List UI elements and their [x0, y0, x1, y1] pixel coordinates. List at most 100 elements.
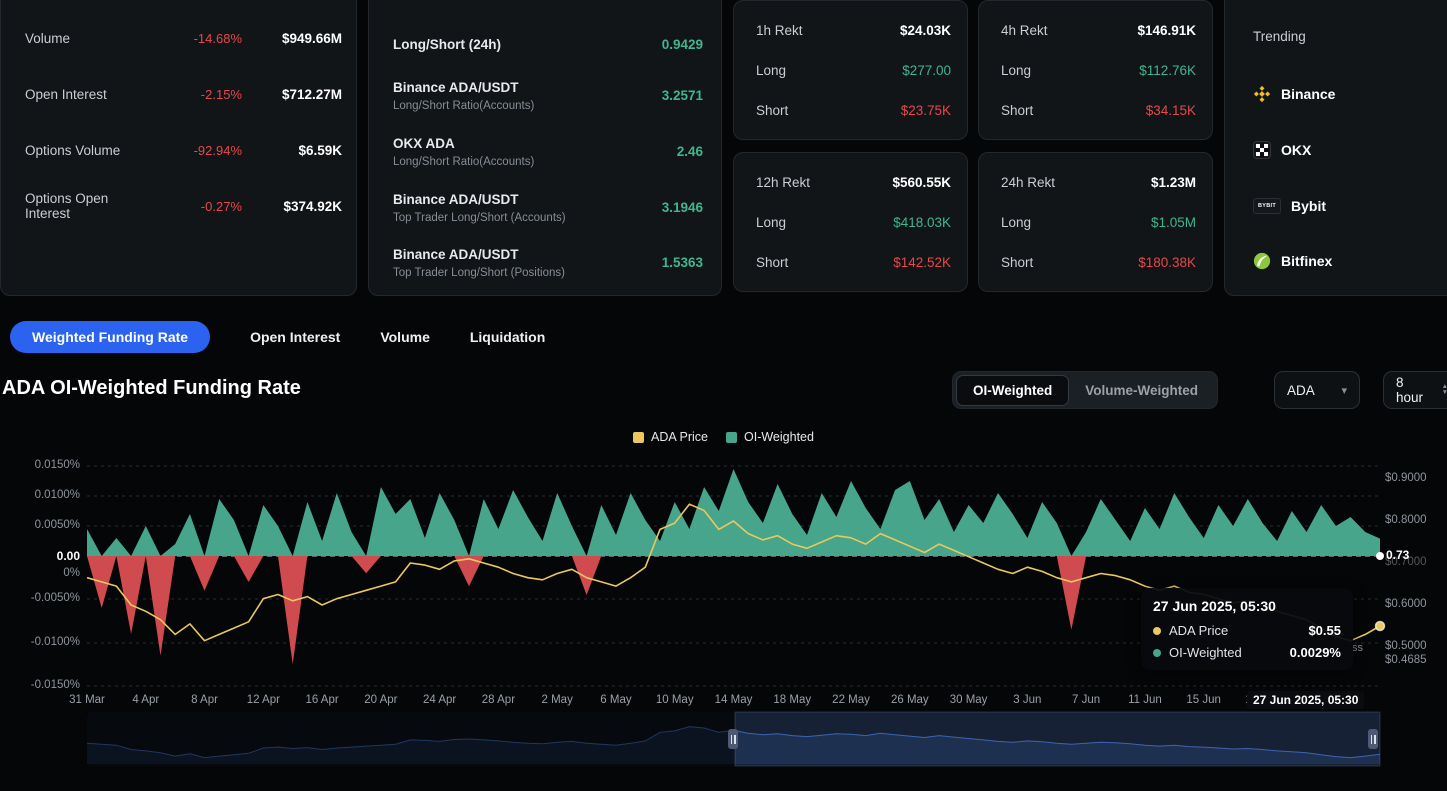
rekt-short-value: $180.38K [1138, 255, 1196, 270]
ratio-value: 0.9429 [662, 37, 703, 52]
long-short-row: OKX ADA Long/Short Ratio(Accounts) 2.46 [393, 130, 703, 172]
exchange-name: Bitfinex [1281, 253, 1332, 269]
trending-item-binance[interactable]: Binance [1253, 83, 1335, 105]
rekt-short-value: $142.52K [893, 255, 951, 270]
rekt-row: Short $34.15K [1001, 101, 1196, 119]
legend-label: OI-Weighted [744, 430, 814, 444]
stats-rows: Volume-14.68%$949.66M Open Interest-2.15%… [25, 29, 342, 215]
axis-note: ss [1352, 642, 1363, 654]
crosshair-date-label: 27 Jun 2025, 05:30 [1247, 691, 1364, 709]
rekt-row: Long$112.76K [1001, 61, 1196, 79]
long-short-label-block: Binance ADA/USDTTop Trader Long/Short (P… [393, 246, 565, 279]
y-axis-label: 0.0150% [0, 459, 80, 471]
rekt-short-label: Short [756, 255, 788, 270]
pair-title: Binance ADA/USDT [393, 191, 566, 208]
rekt-short-label: Short [1001, 103, 1033, 118]
toggle-volume-weighted[interactable]: Volume-Weighted [1069, 376, 1214, 405]
rekt-row: 4h Rekt $146.91K [1001, 21, 1196, 39]
stat-row: Open Interest-2.15%$712.27M [25, 85, 342, 103]
interval-select-value: 8 hour [1396, 375, 1434, 405]
navigator-handle-right[interactable] [1368, 729, 1378, 749]
ratio-subtitle: Top Trader Long/Short (Accounts) [393, 212, 566, 224]
bybit-icon: BYBIT [1253, 198, 1281, 214]
stat-row: Options Open Interest-0.27%$374.92K [25, 197, 342, 215]
funding-chart: 0.0150%0.0100%0.0050%0.00-0.0050%-0.0100… [0, 450, 1447, 712]
toggle-oi-weighted[interactable]: OI-Weighted [956, 375, 1069, 406]
rekt-row: Short $23.75K [756, 101, 951, 119]
ratio-subtitle: Long/Short Ratio(Accounts) [393, 100, 534, 112]
chart-title: ADA OI-Weighted Funding Rate [2, 377, 301, 400]
pair-title: OKX ADA [393, 135, 534, 152]
rekt-period-label: 12h Rekt [756, 175, 810, 190]
chart-navigator [0, 710, 1447, 770]
stat-change: -2.15% [150, 87, 242, 102]
ratio-value: 2.46 [677, 144, 703, 159]
long-short-label-block: Long/Short (24h) [393, 36, 501, 53]
chart-tooltip: 27 Jun 2025, 05:30 ADA Price $0.55 OI-We… [1141, 588, 1353, 670]
rekt-long-label: Long [1001, 63, 1031, 78]
tooltip-row-funding: OI-Weighted 0.0029% [1153, 645, 1341, 660]
long-short-panel: Long/Short (24h) 0.9429 Binance ADA/USDT Lo… [368, 0, 722, 296]
tooltip-date: 27 Jun 2025, 05:30 [1153, 598, 1341, 614]
y-axis-zero-sub-label: 0% [0, 567, 80, 579]
rekt-total-value: $1.23M [1151, 175, 1196, 190]
pair-title: Binance ADA/USDT [393, 79, 534, 96]
y-axis-label: -0.0050% [0, 592, 80, 604]
stat-label: Open Interest [25, 87, 150, 102]
ratio-value: 1.5363 [662, 255, 703, 270]
tab-weighted-funding-rate[interactable]: Weighted Funding Rate [10, 321, 210, 353]
trending-item-bitfinex[interactable]: Bitfinex [1253, 250, 1332, 272]
tooltip-row-price: ADA Price $0.55 [1153, 623, 1341, 638]
rekt-row: Long$1.05M [1001, 213, 1196, 231]
bitfinex-icon [1253, 252, 1271, 270]
long-short-label-block: Binance ADA/USDT Top Trader Long/Short (A… [393, 191, 566, 224]
y-axis-label: 0.00 [0, 549, 80, 563]
navigator-canvas[interactable] [0, 710, 1447, 770]
trending-item-bybit[interactable]: BYBITBybit [1253, 195, 1326, 217]
price-axis-label: $0.5000 [1385, 640, 1427, 652]
navigator-handle-left[interactable] [728, 729, 738, 749]
coin-select[interactable]: ADA ▾ [1274, 371, 1360, 409]
stat-change: -92.94% [150, 143, 242, 158]
tab-open-interest[interactable]: Open Interest [250, 329, 340, 345]
legend-item-oi-weighted[interactable]: OI-Weighted [726, 430, 814, 444]
price-axis-label: $0.4685 [1385, 654, 1427, 666]
rekt-total-value: $146.91K [1137, 23, 1196, 38]
tab-liquidation[interactable]: Liquidation [470, 329, 545, 345]
trending-item-okx[interactable]: OKX [1253, 139, 1311, 161]
rekt-short-label: Short [756, 103, 788, 118]
ratio-subtitle: Top Trader Long/Short (Positions) [393, 267, 565, 279]
rekt-short-value: $34.15K [1146, 103, 1196, 118]
rekt-card: 12h Rekt$560.55KLong$418.03KShort$142.52… [733, 152, 968, 292]
interval-select[interactable]: 8 hour ▲▼ [1383, 371, 1447, 409]
chart-legend: ADA Price OI-Weighted [0, 430, 1447, 444]
rekt-row: Long$277.00 [756, 61, 951, 79]
ratio-value: 3.1946 [662, 200, 703, 215]
weight-toggle: OI-WeightedVolume-Weighted [952, 371, 1218, 409]
legend-swatch-icon [726, 432, 737, 443]
current-value-marker: 0.73 [1386, 548, 1409, 562]
trending-title: Trending [1253, 29, 1306, 44]
legend-item-ada-price[interactable]: ADA Price [633, 430, 708, 444]
y-axis-label: 0.0050% [0, 519, 80, 531]
y-axis-label: -0.0150% [0, 679, 80, 691]
stat-row: Volume-14.68%$949.66M [25, 29, 342, 47]
exchange-name: Binance [1281, 86, 1335, 102]
y-axis-label: 0.0100% [0, 489, 80, 501]
price-axis-label: $0.6000 [1385, 598, 1427, 610]
funding-chart-canvas[interactable] [0, 450, 1447, 712]
rekt-card: 24h Rekt$1.23MLong$1.05MShort$180.38K [978, 152, 1213, 292]
rekt-row: 24h Rekt$1.23M [1001, 173, 1196, 191]
stat-change: -14.68% [150, 31, 242, 46]
rekt-row: 1h Rekt$24.03K [756, 21, 951, 39]
long-short-row: Long/Short (24h) 0.9429 [393, 27, 703, 61]
price-axis-label: $0.9000 [1385, 472, 1427, 484]
stat-row: Options Volume-92.94%$6.59K [25, 141, 342, 159]
ratio-subtitle: Long/Short Ratio(Accounts) [393, 156, 534, 168]
trending-panel: Trending Binance OKX BYBITBybit Bitfinex [1224, 0, 1447, 296]
rekt-short-value: $23.75K [901, 103, 951, 118]
price-dot-icon [1153, 627, 1161, 635]
tab-volume[interactable]: Volume [380, 329, 430, 345]
rekt-period-label: 4h Rekt [1001, 23, 1048, 38]
long-short-row: Binance ADA/USDT Top Trader Long/Short (A… [393, 186, 703, 228]
